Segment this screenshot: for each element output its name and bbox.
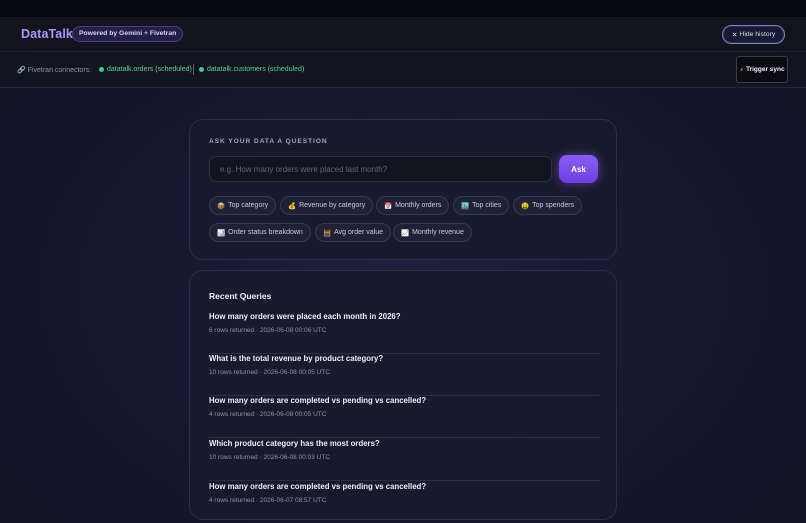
close-icon: ✕ — [731, 31, 738, 39]
query-meta: 4 rows returned · 2026-06-08 00:05 UTC — [209, 411, 327, 418]
question-input[interactable] — [209, 156, 552, 182]
recent-queries-card: Recent Queries How many orders were plac… — [189, 270, 617, 520]
query-question: How many orders are completed vs pending… — [209, 396, 427, 405]
powered-by-badge: Powered by Gemini + Fivetran — [72, 26, 184, 42]
abacus-icon: 🧮 — [323, 229, 332, 237]
line-chart-icon: 📈 — [401, 229, 410, 237]
status-dot-icon — [99, 67, 104, 72]
suggestion-chip-order-status-breakdown[interactable]: 📊 Order status breakdown — [209, 223, 311, 242]
lightning-icon: ⚡ — [739, 66, 744, 74]
suggestion-chip-top-spenders[interactable]: 🤑 Top spenders — [513, 196, 583, 215]
chip-label: Top category — [228, 202, 269, 209]
query-meta: 6 rows returned · 2026-06-08 00:06 UTC — [209, 327, 327, 334]
connectors-bar: 🔗 Fivetran connectors: datatalk.orders (… — [0, 53, 806, 88]
brand-logo[interactable]: DataTalk — [21, 27, 73, 41]
link-icon: 🔗 — [17, 67, 26, 74]
window-top-strip — [0, 0, 806, 17]
chip-label: Monthly orders — [395, 202, 442, 209]
chip-label: Revenue by category — [299, 202, 366, 209]
recent-query-item[interactable]: How many orders are completed vs pending… — [209, 396, 600, 438]
calendar-icon: 📅 — [384, 202, 393, 210]
connector-divider — [193, 64, 194, 75]
ask-question-card: ASK YOUR DATA A QUESTION Ask 📦 Top categ… — [189, 119, 617, 260]
recent-queries-title: Recent Queries — [209, 291, 272, 301]
suggestion-chip-top-category[interactable]: 📦 Top category — [209, 196, 277, 215]
money-face-icon: 🤑 — [521, 202, 530, 210]
suggestion-chip-monthly-orders[interactable]: 📅 Monthly orders — [376, 196, 450, 215]
connector-customers: datatalk.customers (scheduled) — [199, 66, 304, 73]
recent-query-item[interactable]: What is the total revenue by product cat… — [209, 354, 600, 396]
chip-label: Top cities — [472, 202, 502, 209]
app-header: DataTalk Powered by Gemini + Fivetran ✕ … — [0, 17, 806, 52]
suggestion-chip-top-cities[interactable]: 🏙️ Top cities — [453, 196, 510, 215]
package-icon: 📦 — [217, 202, 226, 210]
suggestion-chip-monthly-revenue[interactable]: 📈 Monthly revenue — [393, 223, 472, 242]
query-question: How many orders are completed vs pending… — [209, 482, 427, 491]
query-question: How many orders were placed each month i… — [209, 312, 401, 321]
recent-query-item[interactable]: How many orders are completed vs pending… — [209, 482, 600, 519]
hide-history-label: Hide history — [739, 31, 776, 38]
money-bag-icon: 💰 — [288, 202, 297, 210]
chip-label: Monthly revenue — [412, 229, 464, 236]
query-meta: 4 rows returned · 2026-06-07 08:57 UTC — [209, 497, 327, 504]
query-meta: 10 rows returned · 2026-06-08 00:03 UTC — [209, 454, 331, 461]
connector-orders-label: datatalk.orders (scheduled) — [107, 66, 192, 73]
trigger-sync-label: Trigger sync — [745, 66, 785, 73]
city-icon: 🏙️ — [461, 202, 470, 210]
recent-query-item[interactable]: How many orders were placed each month i… — [209, 312, 600, 354]
hide-history-button[interactable]: ✕ Hide history — [722, 25, 785, 44]
suggestion-chip-revenue-by-category[interactable]: 💰 Revenue by category — [280, 196, 374, 215]
chip-label: Top spenders — [532, 202, 575, 209]
ask-section-title: ASK YOUR DATA A QUESTION — [209, 138, 328, 145]
query-question: Which product category has the most orde… — [209, 439, 380, 448]
connector-customers-label: datatalk.customers (scheduled) — [207, 66, 305, 73]
query-question: What is the total revenue by product cat… — [209, 354, 384, 363]
status-dot-icon — [199, 67, 204, 72]
query-meta: 10 rows returned · 2026-06-08 00:05 UTC — [209, 369, 331, 376]
bar-chart-icon: 📊 — [217, 229, 226, 237]
connectors-label-text: Fivetran connectors: — [27, 67, 92, 74]
trigger-sync-button[interactable]: ⚡ Trigger sync — [736, 56, 788, 83]
connector-orders: datatalk.orders (scheduled) — [99, 66, 192, 73]
recent-query-item[interactable]: Which product category has the most orde… — [209, 439, 600, 481]
connectors-label: 🔗 Fivetran connectors: — [17, 66, 91, 74]
chip-label: Avg order value — [334, 229, 383, 236]
suggestion-chip-avg-order-value[interactable]: 🧮 Avg order value — [315, 223, 391, 242]
ask-button[interactable]: Ask — [559, 155, 598, 183]
chip-label: Order status breakdown — [228, 229, 303, 236]
